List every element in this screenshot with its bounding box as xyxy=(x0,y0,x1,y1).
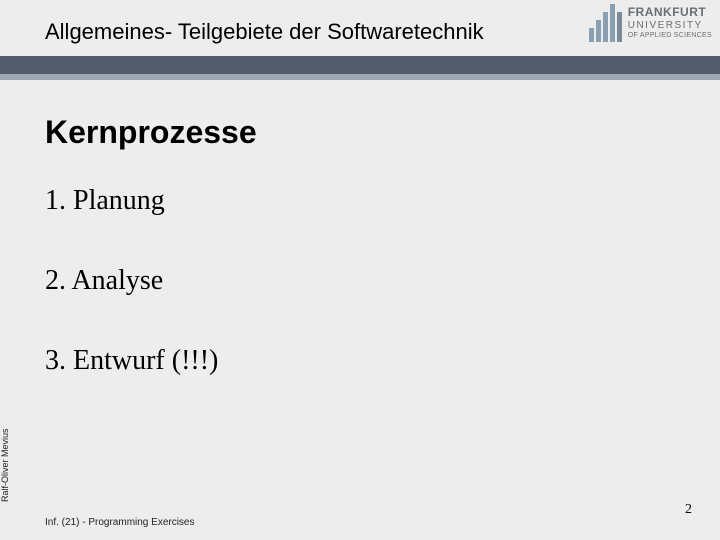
logo-text: FRANKFURT UNIVERSITY OF APPLIED SCIENCES xyxy=(628,5,712,41)
logo-line1: FRANKFURT xyxy=(628,5,712,20)
logo-line2: UNIVERSITY xyxy=(628,20,712,33)
slide-title: Allgemeines- Teilgebiete der Softwaretec… xyxy=(45,19,484,45)
logo-bars-icon xyxy=(589,4,622,42)
list-item: 1. Planung xyxy=(45,185,690,217)
logo-line3: OF APPLIED SCIENCES xyxy=(628,32,712,41)
slide: Allgemeines- Teilgebiete der Softwaretec… xyxy=(0,0,720,540)
list-item: 2. Analyse xyxy=(45,265,690,297)
content-heading: Kernprozesse xyxy=(45,114,690,151)
university-logo: FRANKFURT UNIVERSITY OF APPLIED SCIENCES xyxy=(589,4,712,42)
header-bar-light xyxy=(0,74,720,80)
list-item: 3. Entwurf (!!!) xyxy=(45,345,690,377)
header-bar-dark xyxy=(0,56,720,74)
author-sidebar: Ralf-Oliver Mevius xyxy=(0,428,10,502)
footer-left: Inf. (21) - Programming Exercises xyxy=(45,517,195,528)
slide-body: Kernprozesse 1. Planung 2. Analyse 3. En… xyxy=(45,100,690,425)
page-number: 2 xyxy=(685,502,692,518)
